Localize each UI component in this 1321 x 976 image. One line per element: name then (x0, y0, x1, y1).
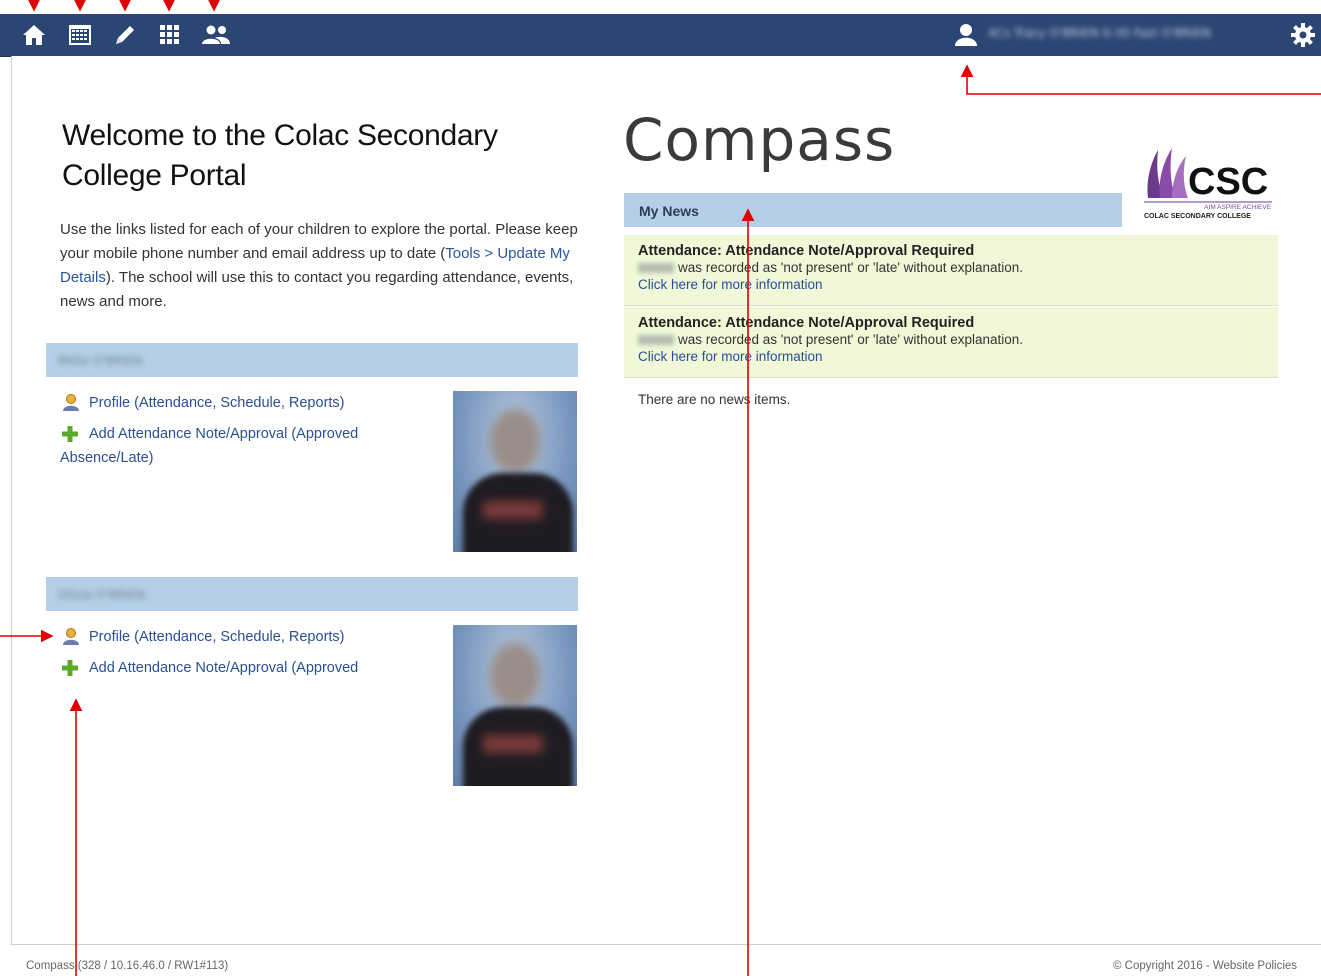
profile-person-icon (61, 393, 81, 413)
child-name: Millie O'BRIEN (58, 354, 143, 368)
compass-logo: Compass (623, 106, 896, 174)
user-icon[interactable] (953, 22, 979, 48)
news-text-body: was recorded as 'not present' or 'late' … (678, 260, 1024, 275)
footer-copyright[interactable]: © Copyright 2016 - Website Policies (1113, 960, 1297, 972)
child-photo (453, 625, 577, 786)
news-header-label: My News (639, 203, 699, 219)
no-news-text: There are no news items. (638, 392, 791, 407)
news-title: Attendance: Attendance Note/Approval Req… (638, 243, 975, 259)
pencil-icon[interactable] (112, 23, 138, 47)
news-header: My News (624, 193, 1122, 227)
intro-text-after: ). The school will use this to contact y… (60, 269, 574, 310)
news-more-info-link[interactable]: Click here for more information (638, 277, 823, 292)
news-text-body: was recorded as 'not present' or 'late' … (678, 332, 1024, 347)
top-nav-bar: 4Cs Tracy O'BRIEN 0:30 Fast O'BRIEN (0, 14, 1321, 57)
csc-letters: CSC (1188, 161, 1268, 203)
news-item: Attendance: Attendance Note/Approval Req… (624, 235, 1278, 306)
csc-tagline: AIM ASPIRE ACHIEVE (1204, 204, 1271, 211)
news-title: Attendance: Attendance Note/Approval Req… (638, 315, 975, 331)
profile-link[interactable]: Profile (Attendance, Schedule, Reports) (89, 391, 429, 415)
home-icon[interactable] (21, 23, 47, 47)
redacted-name (638, 263, 674, 274)
add-icon (60, 658, 80, 678)
redacted-name (638, 335, 674, 346)
user-name[interactable]: 4Cs Tracy O'BRIEN 0:30 Fast O'BRIEN (988, 26, 1278, 42)
footer-version: Compass (328 / 10.16.46.0 / RW1#113) (26, 960, 229, 972)
news-item: Attendance: Attendance Note/Approval Req… (624, 307, 1278, 378)
csc-school-name: COLAC SECONDARY COLLEGE (1144, 213, 1251, 220)
grid-icon[interactable] (157, 23, 183, 47)
news-text: was recorded as 'not present' or 'late' … (638, 260, 1023, 275)
child-name: Olivia O'BRIEN (58, 588, 146, 602)
profile-link[interactable]: Profile (Attendance, Schedule, Reports) (89, 625, 429, 649)
child-photo (453, 391, 577, 552)
profile-person-icon (61, 627, 81, 647)
child-header-2: Olivia O'BRIEN (46, 577, 578, 611)
news-text: was recorded as 'not present' or 'late' … (638, 332, 1023, 347)
add-attendance-note-link[interactable]: Add Attendance Note/Approval (Approved A… (60, 422, 380, 470)
page-title: Welcome to the Colac Secondary College P… (62, 119, 498, 192)
gear-icon[interactable] (1290, 22, 1316, 48)
calendar-icon[interactable] (67, 23, 93, 47)
csc-logo: CSC AIM ASPIRE ACHIEVE COLAC SECONDARY C… (1140, 142, 1276, 226)
people-icon[interactable] (201, 23, 230, 47)
child-header-1: Millie O'BRIEN (46, 343, 578, 377)
news-more-info-link[interactable]: Click here for more information (638, 349, 823, 364)
add-attendance-note-link[interactable]: Add Attendance Note/Approval (Approved (89, 656, 409, 680)
welcome-intro: Use the links listed for each of your ch… (60, 218, 580, 314)
